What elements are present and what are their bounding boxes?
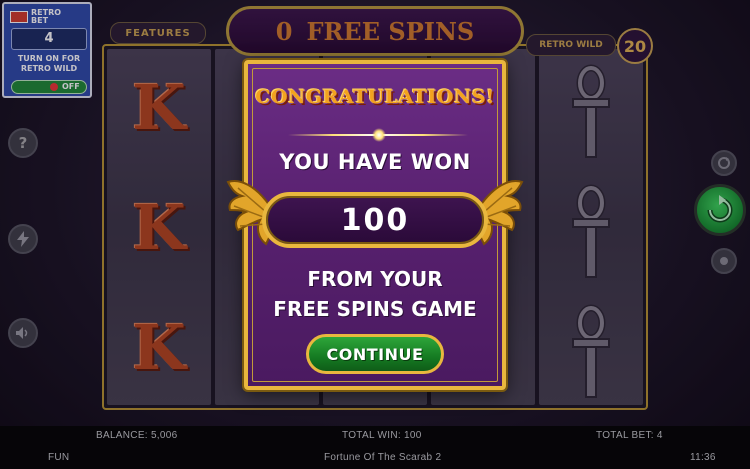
popup-title: CONGRATULATIONS! — [255, 86, 495, 108]
clock-label: 11:36 — [690, 452, 716, 463]
sparkle-star-icon — [372, 128, 386, 142]
from-line1: FROM YOUR — [307, 267, 443, 291]
won-label: YOU HAVE WON — [279, 150, 471, 174]
play-mode-label: FUN — [48, 452, 70, 463]
balance-label: BALANCE: 5,006 — [96, 430, 178, 441]
game-scene: K K K FEATURES 0 FREE SPINS RETRO WILD 2… — [0, 0, 750, 469]
game-name-label: Fortune Of The Scarab 2 — [324, 452, 442, 463]
from-message: FROM YOUR FREE SPINS GAME — [248, 264, 502, 324]
total-win-label: TOTAL WIN: 100 — [342, 430, 422, 441]
win-amount: 100 — [262, 192, 488, 248]
win-popup: CONGRATULATIONS! YOU HAVE WON 100 FROM Y… — [226, 60, 524, 390]
from-line2: FREE SPINS GAME — [273, 297, 477, 321]
status-bar: BALANCE: 5,006 TOTAL WIN: 100 TOTAL BET:… — [0, 426, 750, 469]
total-bet-label: TOTAL BET: 4 — [596, 430, 663, 441]
continue-button[interactable]: CONTINUE — [306, 334, 444, 374]
